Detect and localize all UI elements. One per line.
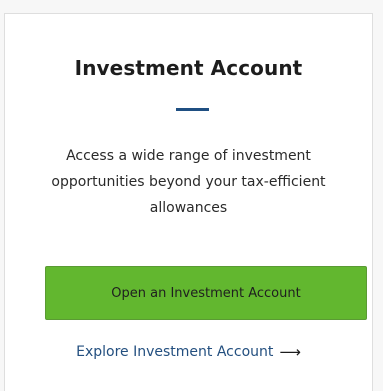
explore-investment-account-link[interactable]: Explore Investment Account ⟶ — [5, 343, 372, 361]
open-investment-account-button[interactable]: Open an Investment Account — [45, 266, 367, 320]
arrow-right-icon: ⟶ — [279, 343, 301, 361]
description-line-3: allowances — [149, 200, 228, 216]
card-title: Investment Account — [74, 56, 303, 80]
description-line-1: Access a wide range of investment — [66, 148, 311, 164]
investment-account-card: Investment Account Access a wide range o… — [4, 13, 373, 391]
page: Investment Account Access a wide range o… — [0, 0, 383, 391]
description-line-2: opportunities beyond your tax-efficient — [51, 174, 326, 190]
card-description: Access a wide range of investment opport… — [5, 143, 372, 221]
explore-link-label: Explore Investment Account — [76, 344, 274, 360]
title-divider — [176, 108, 209, 111]
